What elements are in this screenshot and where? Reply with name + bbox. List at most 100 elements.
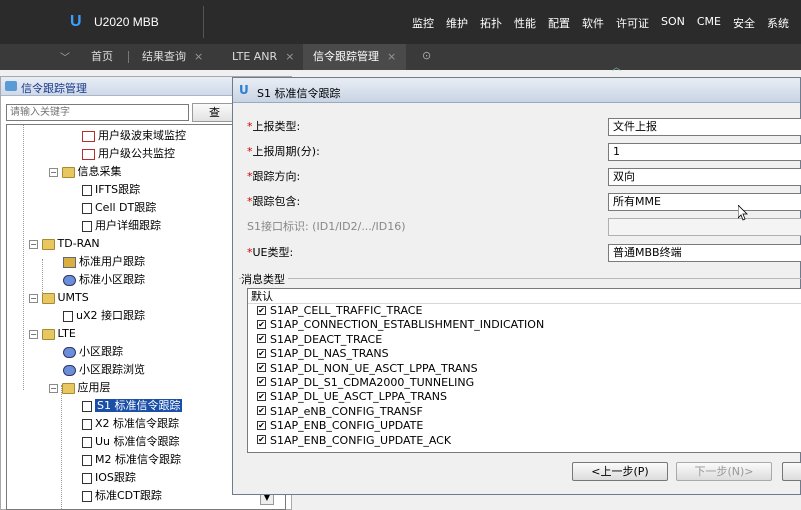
message-item[interactable]: ✔ S1AP_CELL_TRAFFIC_TRACE bbox=[248, 304, 801, 318]
collapse-toggle-icon[interactable]: − bbox=[49, 167, 58, 177]
finish-button-partial[interactable] bbox=[782, 462, 801, 481]
tree-item[interactable]: uX2 接口跟踪 bbox=[63, 307, 145, 325]
field-label-report-period: *上报周期(分): bbox=[247, 145, 320, 158]
mouse-cursor-icon bbox=[738, 205, 748, 221]
checkbox-checked-icon[interactable]: ✔ bbox=[257, 305, 266, 315]
checkbox-checked-icon[interactable]: ✔ bbox=[257, 406, 266, 416]
menu-license[interactable]: 许可证 bbox=[616, 15, 649, 31]
message-item[interactable]: ✔ S1AP_DL_UE_ASCT_LPPA_TRANS bbox=[248, 390, 801, 404]
checkbox-checked-icon[interactable]: ✔ bbox=[257, 363, 266, 373]
checkbox-checked-icon[interactable]: ✔ bbox=[257, 420, 266, 430]
field-label-ue-type: *UE类型: bbox=[247, 246, 294, 259]
menu-son[interactable]: SON bbox=[661, 15, 685, 31]
menu-security[interactable]: 安全 bbox=[733, 15, 755, 31]
tree-item[interactable]: 用户级波束域监控 bbox=[82, 127, 186, 145]
plug-icon bbox=[82, 436, 92, 448]
message-item[interactable]: ✔ S1AP_DEACT_TRACE bbox=[248, 333, 801, 347]
tree-folder-lte[interactable]: − LTE bbox=[29, 325, 76, 343]
checkbox-checked-icon[interactable]: ✔ bbox=[257, 391, 266, 401]
message-item[interactable]: ✔ S1AP_ENB_CONFIG_UPDATE_ACK bbox=[248, 434, 801, 448]
collapse-toggle-icon[interactable]: − bbox=[49, 383, 58, 393]
checkbox-checked-icon[interactable]: ✔ bbox=[257, 334, 266, 344]
tab-result-query[interactable]: 结果查询 × bbox=[142, 44, 203, 70]
panel-icon bbox=[5, 81, 17, 91]
tree-item[interactable]: 小区跟踪浏览 bbox=[63, 361, 145, 379]
tree-item[interactable]: Cell DT跟踪 bbox=[82, 199, 156, 217]
tree-folder-info-collect[interactable]: − 信息采集 bbox=[49, 163, 122, 181]
cell-icon bbox=[63, 364, 76, 376]
plug-icon bbox=[82, 472, 92, 484]
user-trace-icon bbox=[63, 256, 76, 268]
report-type-select[interactable]: 文件上报 bbox=[608, 118, 801, 136]
checkbox-checked-icon[interactable]: ✔ bbox=[257, 348, 266, 358]
trace-include-select[interactable]: 所有MME bbox=[608, 193, 801, 211]
collapse-arrow-icon[interactable]: ︿ bbox=[612, 60, 621, 73]
tree-item[interactable]: 标准小区跟踪 bbox=[63, 271, 145, 289]
tree-guide-line bbox=[23, 125, 24, 390]
plug-icon bbox=[82, 454, 92, 466]
tree-item-selected[interactable]: S1 标准信令跟踪 bbox=[82, 397, 183, 415]
next-step-button[interactable]: 下一步(N)> bbox=[676, 462, 772, 481]
checkbox-checked-icon[interactable]: ✔ bbox=[257, 377, 266, 387]
product-logo: U bbox=[70, 13, 82, 30]
message-item[interactable]: ✔ S1AP_DL_S1_CDMA2000_TUNNELING bbox=[248, 376, 801, 390]
menu-monitor[interactable]: 监控 bbox=[412, 15, 434, 31]
tree-folder-app-layer[interactable]: − 应用层 bbox=[49, 379, 111, 397]
checkbox-checked-icon[interactable]: ✔ bbox=[257, 435, 266, 445]
tree-item[interactable]: 小区跟踪 bbox=[63, 343, 123, 361]
close-icon[interactable]: × bbox=[194, 50, 203, 63]
tree-item[interactable]: 标准用户跟踪 bbox=[63, 253, 145, 271]
menu-topology[interactable]: 拓扑 bbox=[480, 15, 502, 31]
tree-item[interactable]: 用户级公共监控 bbox=[82, 145, 175, 163]
close-icon[interactable]: × bbox=[387, 50, 396, 63]
tree-folder-td-ran[interactable]: − TD-RAN bbox=[29, 235, 100, 253]
ue-type-select[interactable]: 普通MBB终端 bbox=[608, 244, 801, 262]
plug-icon bbox=[82, 184, 92, 196]
tab-lte-anr[interactable]: LTE ANR × bbox=[232, 44, 294, 70]
checkbox-checked-icon[interactable]: ✔ bbox=[257, 319, 266, 329]
message-type-list: 默认 ✔ S1AP_CELL_TRAFFIC_TRACE ✔ S1AP_CONNEC… bbox=[247, 288, 801, 453]
menu-maintenance[interactable]: 维护 bbox=[446, 15, 468, 31]
menu-configuration[interactable]: 配置 bbox=[548, 15, 570, 31]
tree-item[interactable]: M2 标准信令跟踪 bbox=[82, 451, 181, 469]
collapse-toggle-icon[interactable]: − bbox=[29, 329, 38, 339]
prev-step-button[interactable]: <上一步(P) bbox=[572, 462, 668, 481]
s1-interface-id-field[interactable] bbox=[608, 218, 801, 236]
dialog-title: S1 标准信令跟踪 bbox=[257, 87, 341, 100]
dialog-title-bar: U S1 标准信令跟踪 bbox=[233, 78, 800, 103]
tree-item[interactable]: X2 标准信令跟踪 bbox=[82, 415, 179, 433]
search-input[interactable] bbox=[6, 104, 189, 121]
top-bar: U U2020 MBB 监控 维护 拓扑 性能 配置 软件 许可证 SON CM… bbox=[0, 0, 801, 44]
message-item[interactable]: ✔ S1AP_DL_NON_UE_ASCT_LPPA_TRANS bbox=[248, 362, 801, 376]
plug-icon bbox=[82, 220, 92, 232]
collapse-toggle-icon[interactable]: − bbox=[29, 239, 38, 249]
tree-item[interactable]: Uu 标准信令跟踪 bbox=[82, 433, 180, 451]
collapse-toggle-icon[interactable]: − bbox=[29, 293, 38, 303]
s1-trace-dialog: U S1 标准信令跟踪 *上报类型: 文件上报 *上报周期(分): 1 *跟踪方… bbox=[232, 77, 801, 495]
menu-cme[interactable]: CME bbox=[697, 15, 721, 31]
report-period-field[interactable]: 1 bbox=[608, 143, 801, 161]
tree-item[interactable]: IOS跟踪 bbox=[82, 469, 136, 487]
menu-software[interactable]: 软件 bbox=[582, 15, 604, 31]
tree-item[interactable]: 用户详细跟踪 bbox=[82, 217, 161, 235]
message-type-label: 消息类型 bbox=[241, 271, 288, 287]
chevron-down-icon[interactable]: ﹀ bbox=[52, 49, 78, 65]
plug-icon bbox=[82, 400, 92, 412]
message-item[interactable]: ✔ S1AP_DL_NAS_TRANS bbox=[248, 347, 801, 361]
tree-item[interactable]: 标准CDT跟踪 bbox=[82, 487, 162, 505]
new-tab-icon[interactable]: ⊙ bbox=[422, 49, 431, 62]
search-button[interactable]: 查 bbox=[192, 103, 237, 122]
trace-direction-select[interactable]: 双向 bbox=[608, 168, 801, 186]
tab-home[interactable]: 首页 bbox=[91, 44, 113, 70]
menu-performance[interactable]: 性能 bbox=[514, 15, 536, 31]
close-icon[interactable]: × bbox=[285, 50, 294, 63]
menu-system[interactable]: 系统 bbox=[767, 15, 789, 31]
message-item[interactable]: ✔ S1AP_CONNECTION_ESTABLISHMENT_INDICATIO… bbox=[248, 318, 801, 332]
tree-item[interactable]: IFTS跟踪 bbox=[82, 181, 140, 199]
message-item[interactable]: ✔ S1AP_eNB_CONFIG_TRANSF bbox=[248, 405, 801, 419]
message-item[interactable]: ✔ S1AP_ENB_CONFIG_UPDATE bbox=[248, 419, 801, 433]
tree-folder-umts[interactable]: − UMTS bbox=[29, 289, 89, 307]
tab-signaling-trace[interactable]: 信令跟踪管理 × bbox=[303, 44, 407, 70]
folder-icon bbox=[41, 238, 55, 250]
field-label-report-type: *上报类型: bbox=[247, 120, 301, 133]
